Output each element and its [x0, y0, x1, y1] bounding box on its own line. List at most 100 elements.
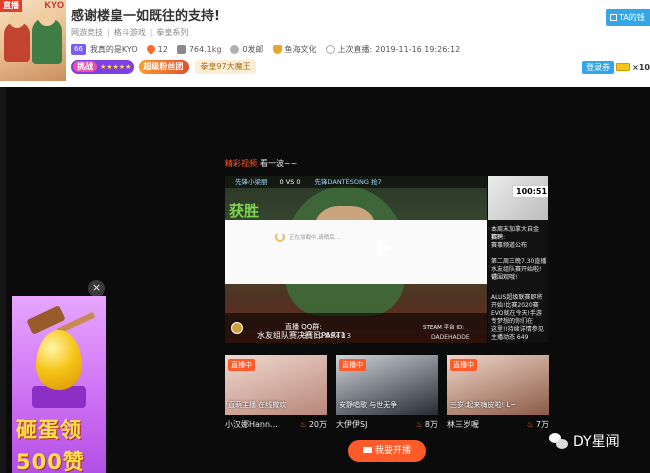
super-fan-badge[interactable]: 超级粉丝团 — [139, 59, 190, 74]
live-card-caption: 三岁:起来嗨皮啦! L~ — [450, 401, 517, 409]
page: 直播 KYO 感谢楼皇一如既往的支持! 网游竞技 | 格斗游戏 | 拳皇系列 6… — [0, 0, 650, 473]
win-text: 获胜 — [229, 202, 260, 220]
fans-item: 12 — [144, 43, 168, 55]
gold-bar-icon — [616, 63, 631, 71]
featured-label: 精彩视频 看一波~~ — [225, 158, 297, 169]
login-count: ×10 — [632, 62, 650, 72]
avatar-head-left — [9, 12, 25, 28]
hud-left: 先锋小梁丽 — [235, 178, 268, 186]
room-meta: 66 我真的是KYO 12 764.1kg 0发邮 鱼海文化 上次直播: 201… — [71, 42, 469, 56]
rank-badge[interactable]: 拳皇97大魔王 — [195, 59, 256, 74]
user-icon — [230, 44, 240, 54]
video-stage: 精彩视频 看一波~~ 先锋小梁丽 0 VS 0 先锋DANTESONG 抢7 获胜… — [0, 87, 650, 473]
live-card-views: ♨ 20万 — [300, 419, 327, 430]
room-header: 直播 KYO 感谢楼皇一如既往的支持! 网游竞技 | 格斗游戏 | 拳皇系列 6… — [0, 0, 650, 87]
weight-item: 764.1kg — [176, 44, 222, 54]
breadcrumb-separator: | — [149, 28, 153, 37]
live-card-view-count: 7万 — [535, 420, 549, 429]
flame-icon: ♨ — [526, 420, 534, 429]
breadcrumb-separator: | — [107, 28, 110, 37]
live-card-views: ♨ 8万 — [416, 419, 438, 430]
video-player[interactable]: 先锋小梁丽 0 VS 0 先锋DANTESONG 抢7 获胜 正在加载中,请稍后… — [225, 176, 487, 343]
live-card-streamer[interactable]: 小汉娜Hann... — [225, 419, 278, 430]
egg-smash-ad[interactable]: 砸蛋领 500赞 — [12, 296, 106, 473]
guild-item[interactable]: 鱼海文化 — [272, 44, 317, 55]
steam-id: DADEHADDE — [431, 334, 470, 341]
live-card-caption: 直萌主播 在线撒欢 — [228, 401, 287, 409]
login-button[interactable]: 登录券 — [582, 60, 615, 74]
close-icon[interactable]: × — [88, 280, 105, 297]
guild-name[interactable]: 鱼海文化 — [285, 44, 317, 55]
login-reward: 登录券 ×10 — [582, 60, 650, 74]
thumb-desc-line: 得围观哦! — [491, 274, 518, 281]
streamer-name-item[interactable]: 我真的是KYO — [90, 44, 138, 55]
thumb-desc-line: EVO就在今天!手游 — [491, 310, 542, 317]
flame-icon: ♨ — [415, 420, 423, 429]
steam-label: STEAM 平台 ID: — [423, 325, 465, 331]
live-card[interactable]: 直播中 直萌主播 在线撒欢 小汉娜Hann... ♨ 20万 — [225, 355, 327, 435]
last-live-time: 2019-11-16 19:26:12 — [375, 44, 461, 54]
live-card-views: ♨ 7万 — [527, 419, 549, 430]
clock-icon — [325, 44, 335, 54]
live-card-streamer[interactable]: 大伊伊SJ — [336, 419, 367, 430]
weight-icon — [176, 44, 186, 54]
video-thumbnail[interactable]: 100:51 — [488, 176, 548, 220]
watermark: DY星闻 — [549, 431, 620, 451]
weight-value: 764.1kg — [188, 44, 222, 54]
start-live-label: 我要开播 — [374, 446, 411, 456]
game-hud: 先锋小梁丽 0 VS 0 先锋DANTESONG 抢7 — [225, 176, 487, 188]
thumb-desc-line: 主播动态 649 — [491, 334, 529, 341]
live-card-view-count: 8万 — [424, 420, 438, 429]
room-title: 感谢楼皇一如既往的支持! — [71, 9, 220, 24]
breadcrumb-item[interactable]: 格斗游戏 — [114, 27, 146, 38]
breadcrumb-item[interactable]: 拳皇系列 — [156, 27, 188, 38]
shield-icon — [272, 44, 282, 54]
badge-row: 挑战 ★★★★★ 超级粉丝团 拳皇97大魔王 — [71, 59, 256, 74]
egg-ad-title-line1: 砸蛋领 — [16, 418, 82, 442]
streamer-name[interactable]: 我真的是KYO — [90, 44, 138, 55]
thumb-desc-line: 这里!!持续详情参见 — [491, 326, 544, 333]
live-card-caption: 安静唱歌 与世无争 — [339, 401, 398, 409]
follow-icon — [610, 14, 617, 21]
fans-count: 12 — [157, 44, 168, 54]
breadcrumb-item[interactable]: 网游竞技 — [71, 27, 103, 38]
egg-ad-title-line2: 500赞 — [16, 450, 85, 473]
loading-text: 正在加载中,请稍后... — [289, 235, 340, 241]
fire-icon — [144, 43, 157, 55]
camera-icon — [362, 447, 372, 453]
follow-label: TA的钱 — [619, 13, 645, 22]
watermark-text: DY星闻 — [573, 434, 620, 450]
avatar-head-right — [38, 8, 56, 26]
live-badge: 直播中 — [228, 359, 255, 371]
qq-group-number: 311289403 — [303, 332, 353, 340]
live-badge: 直播中 — [339, 359, 366, 371]
play-icon[interactable] — [377, 239, 391, 257]
thumb-desc-line: 赛事频道公布 — [491, 242, 528, 249]
video-thumbnail-list[interactable]: 100:51 本周末加拿大自金赛! 招聘: 赛事频道公布 第二周三晚7.30直播… — [488, 176, 548, 343]
featured-highlight[interactable]: 精彩视频 — [225, 159, 257, 168]
thumb-desc-line: 开始!比赛2020赛 — [491, 302, 539, 309]
side-strip — [0, 87, 6, 473]
last-live-label: 上次直播: — [337, 44, 373, 54]
golden-egg-icon — [36, 330, 82, 390]
level-badge: 66 — [71, 43, 86, 55]
flame-icon: ♨ — [299, 420, 307, 429]
hud-right: 先锋DANTESONG 抢7 — [314, 178, 382, 186]
challenge-label: 挑战 — [73, 61, 97, 72]
loading-overlay: 正在加载中,请稍后... — [225, 220, 487, 284]
challenge-stars: ★★★★★ — [100, 62, 132, 71]
live-card-streamer[interactable]: 林三岁喔 — [447, 419, 479, 430]
streamer-avatar[interactable]: 直播 KYO — [0, 0, 66, 81]
avatar-corner-tag: 直播 — [0, 0, 22, 12]
start-live-button[interactable]: 我要开播 — [348, 440, 426, 462]
live-card[interactable]: 直播中 安静唱歌 与世无争 大伊伊SJ ♨ 8万 — [336, 355, 438, 435]
challenge-badge[interactable]: 挑战 ★★★★★ — [71, 59, 135, 74]
thumb-desc-line: 招聘: — [491, 234, 506, 241]
hud-score: 0 VS 0 — [279, 178, 301, 186]
follow-button[interactable]: TA的钱 — [606, 9, 650, 26]
featured-text: 看一波~~ — [260, 159, 298, 168]
thumb-desc-line: 专梦想的你们在 — [491, 318, 534, 325]
loading-spinner-icon — [275, 232, 285, 242]
followers-item: 0发邮 — [230, 44, 264, 55]
live-card[interactable]: 直播中 三岁:起来嗨皮啦! L~ 林三岁喔 ♨ 7万 — [447, 355, 549, 435]
